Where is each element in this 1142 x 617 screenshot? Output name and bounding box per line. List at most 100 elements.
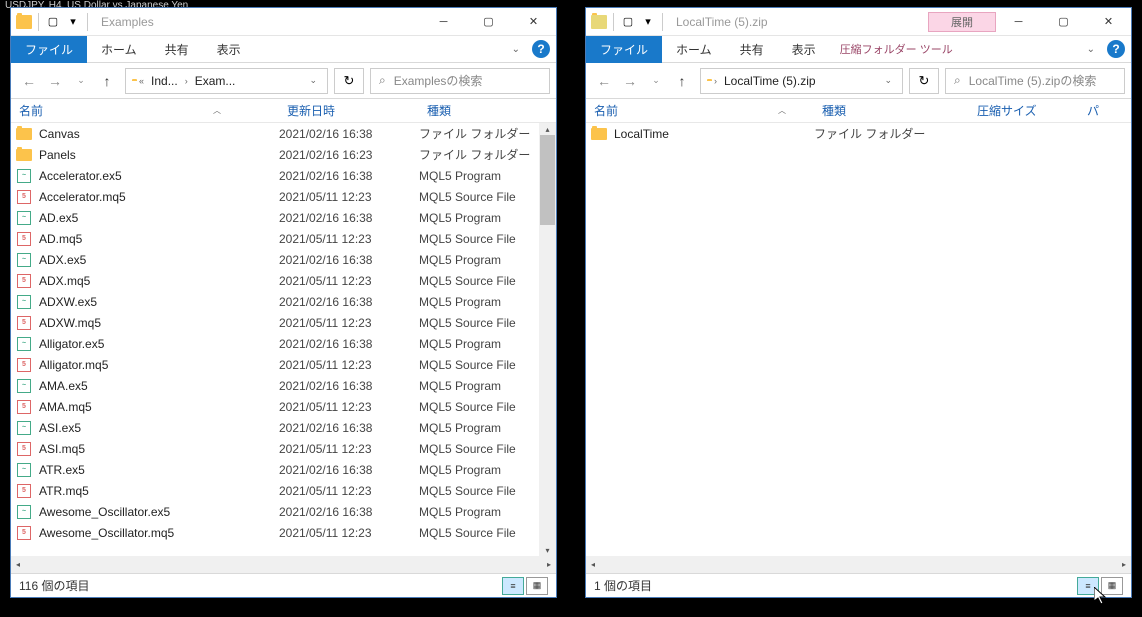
ribbon-expand-icon[interactable]: ⌄ xyxy=(506,44,526,55)
file-row[interactable]: ~ADXW.ex52021/02/16 16:38MQL5 Program xyxy=(11,291,556,312)
nav-back-button[interactable]: ← xyxy=(17,69,41,93)
file-row[interactable]: LocalTimeファイル フォルダー xyxy=(586,123,1131,144)
nav-up-button[interactable]: ↑ xyxy=(95,69,119,93)
help-icon[interactable]: ? xyxy=(532,40,550,58)
file-name: Panels xyxy=(39,148,279,162)
scroll-left-icon[interactable]: ◂ xyxy=(11,560,25,569)
ribbon-share-tab[interactable]: 共有 xyxy=(726,36,778,63)
ribbon-expand-icon[interactable]: ⌄ xyxy=(1081,44,1101,55)
file-row[interactable]: ~AMA.ex52021/02/16 16:38MQL5 Program xyxy=(11,375,556,396)
file-row[interactable]: ~ATR.ex52021/02/16 16:38MQL5 Program xyxy=(11,459,556,480)
column-header-type[interactable]: 種類 xyxy=(814,102,969,119)
address-bar[interactable]: › LocalTime (5).zip ⌄ xyxy=(700,68,903,94)
column-header-type[interactable]: 種類 xyxy=(419,102,556,119)
file-row[interactable]: ~ADX.ex52021/02/16 16:38MQL5 Program xyxy=(11,249,556,270)
horizontal-scrollbar[interactable]: ◂ ▸ xyxy=(586,556,1131,573)
file-list[interactable]: Canvas2021/02/16 16:38ファイル フォルダーPanels20… xyxy=(11,123,556,556)
scroll-thumb[interactable] xyxy=(540,135,555,225)
chevron-right-icon[interactable]: › xyxy=(182,76,191,86)
file-row[interactable]: 5AD.mq52021/05/11 12:23MQL5 Source File xyxy=(11,228,556,249)
file-row[interactable]: ~Alligator.ex52021/02/16 16:38MQL5 Progr… xyxy=(11,333,556,354)
file-row[interactable]: 5ADX.mq52021/05/11 12:23MQL5 Source File xyxy=(11,270,556,291)
file-row[interactable]: ~AD.ex52021/02/16 16:38MQL5 Program xyxy=(11,207,556,228)
nav-forward-button[interactable]: → xyxy=(618,69,642,93)
mq5-icon: 5 xyxy=(15,399,33,415)
file-row[interactable]: Panels2021/02/16 16:23ファイル フォルダー xyxy=(11,144,556,165)
scroll-up-icon[interactable]: ▴ xyxy=(539,123,556,135)
separator xyxy=(38,13,39,31)
details-view-button[interactable]: ≡ xyxy=(1077,577,1099,595)
file-row[interactable]: Canvas2021/02/16 16:38ファイル フォルダー xyxy=(11,123,556,144)
file-row[interactable]: 5ADXW.mq52021/05/11 12:23MQL5 Source Fil… xyxy=(11,312,556,333)
nav-up-button[interactable]: ↑ xyxy=(670,69,694,93)
file-row[interactable]: ~Awesome_Oscillator.ex52021/02/16 16:38M… xyxy=(11,501,556,522)
maximize-button[interactable]: ▢ xyxy=(1041,9,1086,35)
titlebar[interactable]: ▢ ▾ Examples ─ ▢ ✕ xyxy=(11,8,556,36)
minimize-button[interactable]: ─ xyxy=(996,9,1041,35)
file-row[interactable]: 5ATR.mq52021/05/11 12:23MQL5 Source File xyxy=(11,480,556,501)
search-input[interactable]: ⌕ Examplesの検索 xyxy=(370,68,550,94)
contextual-tab-extract[interactable]: 展開 xyxy=(928,12,996,32)
close-button[interactable]: ✕ xyxy=(511,9,556,35)
horizontal-scrollbar[interactable]: ◂ ▸ xyxy=(11,556,556,573)
file-row[interactable]: 5Accelerator.mq52021/05/11 12:23MQL5 Sou… xyxy=(11,186,556,207)
chevron-right-icon[interactable]: « xyxy=(136,76,147,86)
address-dropdown-icon[interactable]: ⌄ xyxy=(299,75,327,86)
nav-history-dropdown[interactable]: ⌄ xyxy=(644,69,668,93)
nav-forward-button[interactable]: → xyxy=(43,69,67,93)
search-input[interactable]: ⌕ LocalTime (5).zipの検索 xyxy=(945,68,1125,94)
file-row[interactable]: ~Accelerator.ex52021/02/16 16:38MQL5 Pro… xyxy=(11,165,556,186)
column-header-date[interactable]: 更新日時 xyxy=(279,102,419,119)
nav-back-button[interactable]: ← xyxy=(592,69,616,93)
folder-icon xyxy=(590,126,608,142)
file-list[interactable]: LocalTimeファイル フォルダー xyxy=(586,123,1131,556)
icons-view-button[interactable]: ▦ xyxy=(526,577,548,595)
breadcrumb-segment[interactable]: LocalTime (5).zip xyxy=(720,74,820,88)
column-header-size[interactable]: 圧縮サイズ xyxy=(969,102,1079,119)
maximize-button[interactable]: ▢ xyxy=(466,9,511,35)
address-dropdown-icon[interactable]: ⌄ xyxy=(874,75,902,86)
titlebar[interactable]: ▢ ▾ LocalTime (5).zip 展開 ─ ▢ ✕ xyxy=(586,8,1131,36)
minimize-button[interactable]: ─ xyxy=(421,9,466,35)
qat-new-folder-icon[interactable]: ▾ xyxy=(639,13,657,31)
file-date: 2021/05/11 12:23 xyxy=(279,232,419,246)
scroll-right-icon[interactable]: ▸ xyxy=(1117,560,1131,569)
refresh-button[interactable]: ↻ xyxy=(334,68,364,94)
explorer-window-left: ▢ ▾ Examples ─ ▢ ✕ ファイル ホーム 共有 表示 ⌄ ? ← … xyxy=(10,7,557,598)
address-bar[interactable]: « Ind... › Exam... ⌄ xyxy=(125,68,328,94)
icons-view-button[interactable]: ▦ xyxy=(1101,577,1123,595)
ribbon-view-tab[interactable]: 表示 xyxy=(778,36,830,63)
ribbon-view-tab[interactable]: 表示 xyxy=(203,36,255,63)
ribbon-file-tab[interactable]: ファイル xyxy=(586,36,662,63)
details-view-button[interactable]: ≡ xyxy=(502,577,524,595)
file-row[interactable]: 5AMA.mq52021/05/11 12:23MQL5 Source File xyxy=(11,396,556,417)
file-row[interactable]: 5ASI.mq52021/05/11 12:23MQL5 Source File xyxy=(11,438,556,459)
file-name: Accelerator.mq5 xyxy=(39,190,279,204)
scroll-right-icon[interactable]: ▸ xyxy=(542,560,556,569)
help-icon[interactable]: ? xyxy=(1107,40,1125,58)
scroll-left-icon[interactable]: ◂ xyxy=(586,560,600,569)
qat-properties-icon[interactable]: ▢ xyxy=(619,13,637,31)
ribbon-home-tab[interactable]: ホーム xyxy=(87,36,151,63)
file-date: 2021/05/11 12:23 xyxy=(279,442,419,456)
ribbon-share-tab[interactable]: 共有 xyxy=(151,36,203,63)
file-row[interactable]: ~ASI.ex52021/02/16 16:38MQL5 Program xyxy=(11,417,556,438)
scroll-down-icon[interactable]: ▾ xyxy=(539,544,556,556)
vertical-scrollbar[interactable]: ▴ ▾ xyxy=(539,123,556,556)
column-header-name[interactable]: 名前︿ xyxy=(586,102,814,119)
qat-properties-icon[interactable]: ▢ xyxy=(44,13,62,31)
chevron-right-icon[interactable]: › xyxy=(711,76,720,86)
breadcrumb-segment[interactable]: Ind... xyxy=(147,74,182,88)
ribbon-compressed-tools-tab[interactable]: 圧縮フォルダー ツール xyxy=(830,38,963,60)
ribbon-file-tab[interactable]: ファイル xyxy=(11,36,87,63)
column-header-name[interactable]: 名前︿ xyxy=(11,102,279,119)
breadcrumb-segment[interactable]: Exam... xyxy=(191,74,240,88)
column-header-password[interactable]: パ xyxy=(1079,102,1109,119)
refresh-button[interactable]: ↻ xyxy=(909,68,939,94)
file-row[interactable]: 5Alligator.mq52021/05/11 12:23MQL5 Sourc… xyxy=(11,354,556,375)
ribbon-home-tab[interactable]: ホーム xyxy=(662,36,726,63)
qat-new-folder-icon[interactable]: ▾ xyxy=(64,13,82,31)
nav-history-dropdown[interactable]: ⌄ xyxy=(69,69,93,93)
file-row[interactable]: 5Awesome_Oscillator.mq52021/05/11 12:23M… xyxy=(11,522,556,543)
close-button[interactable]: ✕ xyxy=(1086,9,1131,35)
